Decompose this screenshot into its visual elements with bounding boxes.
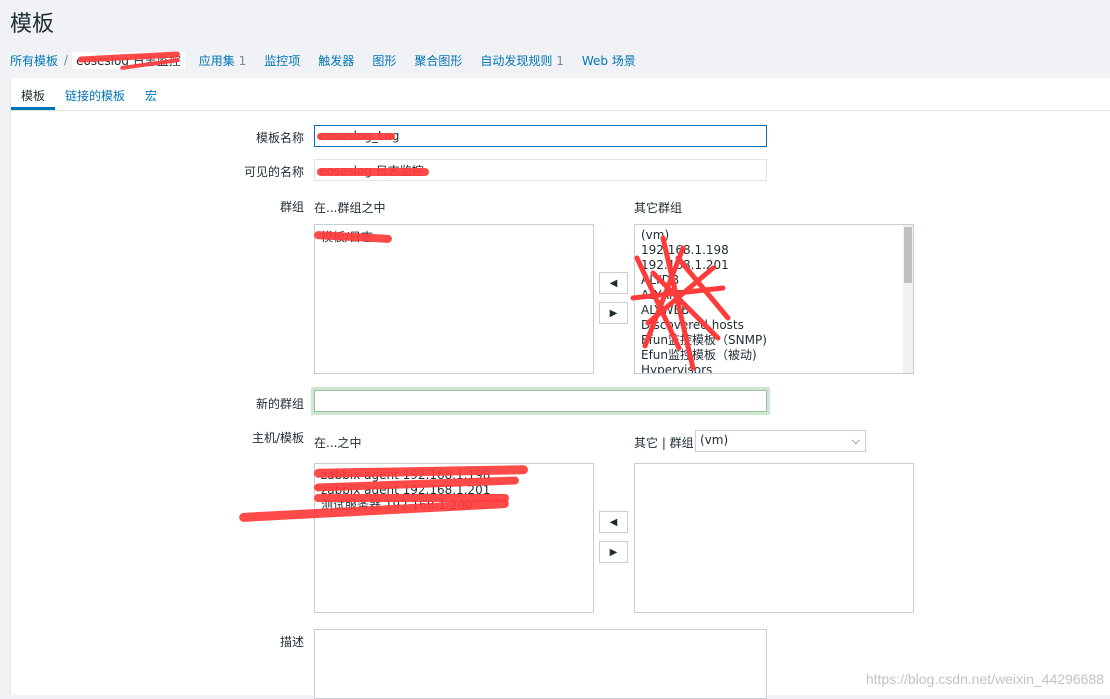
other-hosts-label: 其它 | 群组 (634, 436, 694, 450)
groups-label: 群组 (279, 200, 304, 214)
redaction-mark (317, 168, 429, 176)
hosts-label: 主机/模板 (251, 431, 304, 445)
nav-web-scenarios[interactable]: Web 场景 (582, 52, 636, 69)
nav-applications-label: 应用集 (198, 53, 235, 68)
page-title: 模板 (10, 12, 55, 37)
redaction-scribble (630, 235, 731, 371)
chevron-down-icon: ⌵ (851, 434, 860, 447)
redaction-mark (317, 133, 395, 140)
tab-linked-templates[interactable]: 链接的模板 (55, 78, 135, 110)
nav-discovery[interactable]: 自动发现规则 1 (480, 52, 563, 69)
tab-macros[interactable]: 宏 (135, 78, 167, 110)
visible-name-label: 可见的名称 (243, 165, 304, 179)
nav-discovery-label: 自动发现规则 (480, 53, 553, 68)
new-group-input[interactable] (314, 390, 767, 412)
other-hosts-group-select[interactable]: (vm) ⌵ (695, 430, 866, 452)
description-textarea[interactable] (314, 629, 767, 699)
nav-discovery-count: 1 (556, 53, 564, 68)
watermark: https://blog.csdn.net/weixin_44296688 (865, 671, 1104, 687)
template-name-label: 模板名称 (255, 131, 304, 145)
other-hosts-listbox[interactable] (634, 463, 914, 613)
nav-applications-count: 1 (238, 53, 247, 68)
in-hosts-label: 在...之中 (314, 436, 362, 450)
new-group-label: 新的群组 (255, 397, 304, 411)
move-host-right-button[interactable]: ▶ (599, 541, 628, 563)
nav-applications[interactable]: 应用集 1 (199, 52, 246, 69)
move-host-left-button[interactable]: ◀ (599, 511, 628, 533)
nav-screens[interactable]: 聚合图形 (414, 52, 462, 69)
in-groups-listbox[interactable]: 模板/日志 (314, 224, 594, 374)
other-groups-label: 其它群组 (634, 201, 683, 215)
form-tabs: 模板 链接的模板 宏 (11, 78, 1110, 111)
nav-separator: / (64, 53, 69, 67)
other-hosts-group-selected: (vm) (700, 433, 729, 447)
redaction-mark (314, 494, 509, 502)
in-groups-label: 在...群组之中 (314, 201, 386, 215)
nav-items[interactable]: 监控项 (264, 52, 300, 69)
nav-graphs[interactable]: 图形 (372, 52, 396, 69)
listbox-scrollbar[interactable] (903, 225, 913, 373)
tab-template[interactable]: 模板 (11, 78, 56, 110)
scroll-thumb[interactable] (904, 227, 912, 283)
template-form-card: 模板 链接的模板 宏 模板名称 可见的名称 群组 在...群组之中 其它群组 模… (10, 78, 1110, 699)
nav-all-templates[interactable]: 所有模板 (10, 52, 58, 69)
page-header: 模板 所有模板 / eoseslog 日志监控 应用集 1 监控项 触发器 图形… (0, 0, 1110, 78)
description-label: 描述 (279, 635, 304, 649)
nav-triggers[interactable]: 触发器 (318, 52, 354, 69)
